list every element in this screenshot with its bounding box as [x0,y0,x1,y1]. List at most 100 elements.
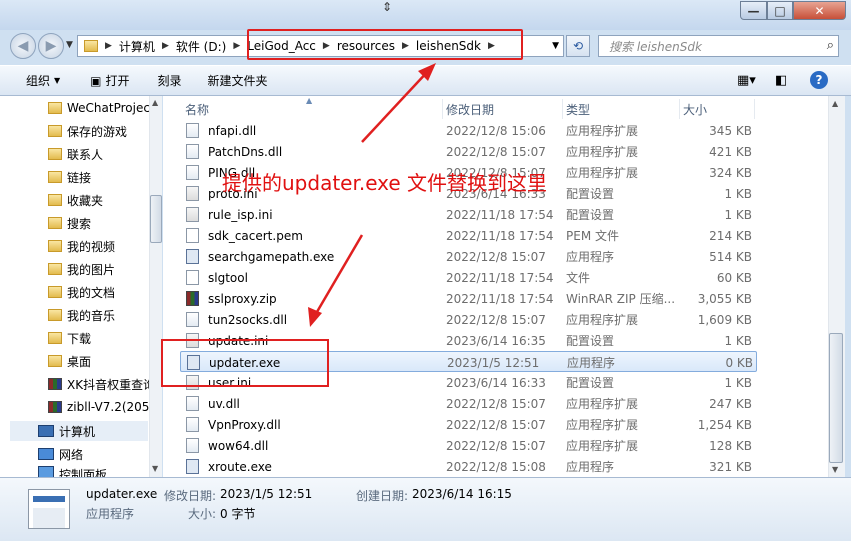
sidebar-scrollbar[interactable] [149,96,162,477]
file-date: 2023/6/14 16:35 [446,333,546,348]
dll-file-icon [186,144,199,159]
sidebar-item-favorites[interactable]: 收藏夹 [48,190,103,210]
archive-icon [48,378,62,390]
sidebar-item-label: XK抖音权重查询 [67,377,156,392]
sidebar-item-links[interactable]: 链接 [48,167,91,187]
close-button[interactable]: ✕ [793,1,846,20]
file-type: 应用程序 [566,460,615,474]
sidebar-item-downloads[interactable]: 下载 [48,328,91,348]
file-row[interactable]: PatchDns.dll 2022/12/8 15:07 应用程序扩展 421 KB [180,141,757,162]
sidebar-item-control-panel[interactable]: 控制面板 [38,466,107,477]
sidebar-item-wechatproject[interactable]: WeChatProjec [48,98,150,118]
file-type: 配置设置 [566,208,615,222]
scroll-up-icon[interactable]: ▲ [832,99,838,108]
breadcrumb[interactable]: 计算机 [115,38,159,55]
recent-pages-icon[interactable]: ▼ [66,40,73,50]
file-type: 应用程序扩展 [566,439,639,453]
column-header: 名称 修改日期 类型 大小 [163,99,828,119]
file-row[interactable]: xroute.exe 2022/12/8 15:08 应用程序 321 KB [180,456,757,477]
view-options-icon[interactable]: ▦▾ [737,73,756,88]
chevron-right-icon[interactable]: ▶ [230,41,243,51]
arrow-head [308,307,322,327]
minimize-button[interactable]: — [740,1,767,20]
sidebar-item-my-documents[interactable]: 我的文档 [48,282,115,302]
sidebar-item-label: 搜索 [67,216,92,231]
sidebar-item-contacts[interactable]: 联系人 [48,144,103,164]
file-row[interactable]: sdk_cacert.pem 2022/11/18 17:54 PEM 文件 214 … [180,225,757,246]
open-button[interactable]: ▣ 打开 [70,72,139,89]
resize-grip-icon: ⇕ [382,0,393,14]
organize-button[interactable]: 组织 ▼ [0,72,70,89]
column-size-label: 大小 [683,102,708,117]
control-panel-icon [38,466,54,477]
sidebar-item-label: 链接 [67,170,92,185]
maximize-button[interactable]: □ [767,1,793,20]
sidebar-item-my-videos[interactable]: 我的视频 [48,236,115,256]
scroll-down-icon[interactable]: ▼ [152,464,158,473]
file-name: nfapi.dll [208,123,257,138]
file-type: 配置设置 [566,334,615,348]
file-name-cell: slgtool [186,267,248,288]
column-date[interactable]: 修改日期 [443,99,563,119]
file-name: slgtool [208,270,248,285]
sidebar-item-my-music[interactable]: 我的音乐 [48,305,115,325]
file-row[interactable]: sslproxy.zip 2022/11/18 17:54 WinRAR ZIP 压… [180,288,757,309]
status-created-label: 创建日期: [356,489,409,503]
exe-file-icon [186,459,199,474]
help-icon[interactable]: ? [810,71,828,89]
exe-file-icon [186,249,199,264]
status-modified-label: 修改日期: [164,489,217,503]
sidebar-item-computer[interactable]: 计算机 [38,421,95,441]
breadcrumb[interactable]: 软件 (D:) [172,38,230,55]
column-size[interactable]: 大小 [680,99,755,119]
scroll-up-icon[interactable]: ▲ [152,98,158,107]
file-name-cell: tun2socks.dll [186,309,287,330]
file-name-cell: VpnProxy.dll [186,414,281,435]
file-date: 2022/11/18 17:54 [446,207,554,222]
file-size: 214 KB [709,228,752,243]
burn-label: 刻录 [157,74,182,88]
sidebar-item-my-pictures[interactable]: 我的图片 [48,259,115,279]
chevron-right-icon[interactable]: ▶ [102,41,115,51]
sidebar-item-network[interactable]: 网络 [38,444,83,464]
folder-icon [48,148,62,160]
sidebar-scrollbar-thumb[interactable] [150,195,162,243]
file-date: 2022/11/18 17:54 [446,291,554,306]
file-row[interactable]: nfapi.dll 2022/12/8 15:06 应用程序扩展 345 KB [180,120,757,141]
file-row[interactable]: tun2socks.dll 2022/12/8 15:07 应用程序扩展 1,609 … [180,309,757,330]
search-icon[interactable]: ⌕ [827,38,834,53]
chevron-down-icon[interactable]: ▼ [552,41,559,51]
forward-icon[interactable]: ▶ [38,33,64,59]
file-name: uv.dll [208,396,240,411]
chevron-down-icon: ▼ [54,76,61,85]
file-row[interactable]: VpnProxy.dll 2022/12/8 15:07 应用程序扩展 1,254 K… [180,414,757,435]
file-row[interactable]: uv.dll 2022/12/8 15:07 应用程序扩展 247 KB [180,393,757,414]
sidebar-item-saved-games[interactable]: 保存的游戏 [48,121,127,141]
preview-pane-icon[interactable]: ◧ [775,73,787,88]
file-name: PatchDns.dll [208,144,283,159]
dll-file-icon [186,396,199,411]
file-name: tun2socks.dll [208,312,288,327]
file-name-cell: wow64.dll [186,435,268,456]
search-input[interactable]: 搜索 leishenSdk ⌕ [598,35,839,57]
sidebar-item-zibll[interactable]: zibll-V7.2(205 [48,397,149,417]
new-folder-button[interactable]: 新建文件夹 [192,72,278,89]
file-date: 2022/12/8 15:07 [446,249,546,264]
file-row[interactable]: wow64.dll 2022/12/8 15:07 应用程序扩展 128 KB [180,435,757,456]
sidebar-item-searches[interactable]: 搜索 [48,213,91,233]
file-size: 321 KB [709,459,752,474]
file-list-scrollbar-thumb[interactable] [829,333,843,463]
sidebar-item-desktop[interactable]: 桌面 [48,351,91,371]
column-type[interactable]: 类型 [563,99,680,119]
chevron-right-icon[interactable]: ▶ [159,41,172,51]
file-row[interactable]: slgtool 2022/11/18 17:54 文件 60 KB [180,267,757,288]
burn-button[interactable]: 刻录 [140,72,192,89]
scroll-down-icon[interactable]: ▼ [832,465,838,474]
file-row[interactable]: rule_isp.ini 2022/11/18 17:54 配置设置 1 KB [180,204,757,225]
refresh-icon[interactable]: ⟲ [566,35,590,57]
sidebar-item-label: 我的图片 [67,262,116,277]
sidebar-item-xk[interactable]: XK抖音权重查询 [48,374,155,394]
file-row[interactable]: searchgamepath.exe 2022/12/8 15:07 应用程序 514… [180,246,757,267]
doc-file-icon [186,270,199,285]
back-icon[interactable]: ◀ [10,33,36,59]
